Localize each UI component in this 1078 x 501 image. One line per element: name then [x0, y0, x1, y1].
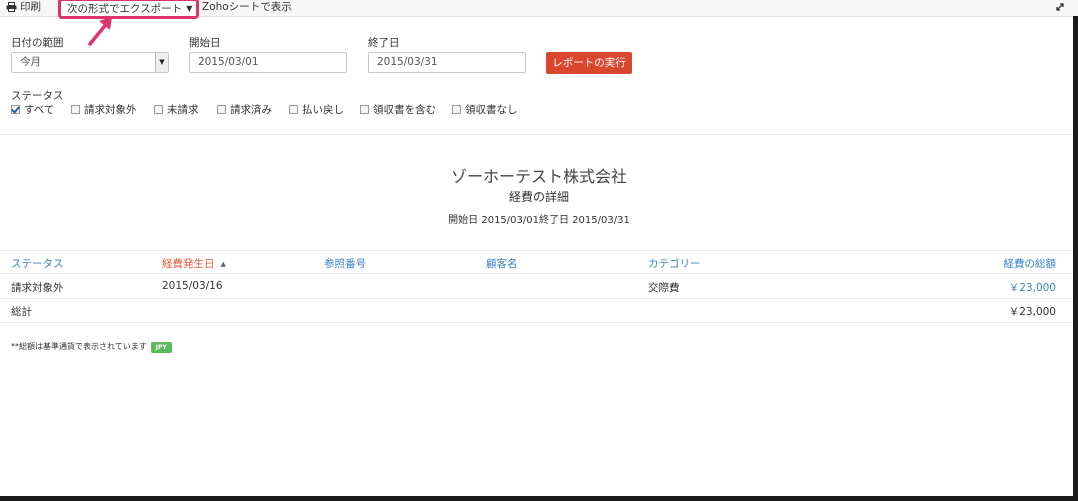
column-header-status[interactable]: ステータス: [11, 256, 64, 271]
checkbox-icon: [71, 105, 80, 114]
print-label: 印刷: [20, 1, 41, 13]
status-option-label: 未請求: [167, 104, 199, 116]
status-checkbox-reimbursed[interactable]: 払い戻し: [289, 103, 344, 117]
row-amount-link[interactable]: ￥23,000: [960, 280, 1056, 295]
row-category: 交際費: [648, 282, 680, 294]
status-option-label: 請求済み: [230, 104, 272, 116]
checkbox-icon: [360, 105, 369, 114]
column-header-date[interactable]: 経費発生日 ▲: [162, 256, 226, 271]
checkbox-icon: [452, 105, 461, 114]
checkbox-icon: [154, 105, 163, 114]
status-label: ステータス: [11, 90, 64, 102]
status-option-label: 払い戻し: [302, 104, 344, 116]
row-date: 2015/03/16: [162, 280, 223, 292]
status-checkbox-with-receipt[interactable]: 領収書を含む: [360, 103, 436, 117]
printer-icon: [6, 2, 17, 12]
date-range-label: 日付の範囲: [11, 37, 64, 49]
status-option-label: すべて: [24, 104, 55, 116]
run-report-button[interactable]: レポートの実行: [546, 52, 632, 74]
annotation-arrow-icon: [88, 17, 112, 46]
column-header-customer[interactable]: 顧客名: [486, 256, 518, 271]
expand-icon[interactable]: [1054, 1, 1066, 17]
status-checkbox-without-receipt[interactable]: 領収書なし: [452, 103, 518, 117]
table-bottom-divider: [0, 322, 1078, 323]
row-divider: [0, 298, 1078, 299]
start-date-label: 開始日: [189, 37, 221, 49]
status-checkbox-unbilled[interactable]: 未請求: [154, 103, 199, 117]
table-top-divider: [0, 250, 1078, 251]
date-range-select[interactable]: 今月 ▼: [11, 52, 169, 73]
sort-ascending-icon: ▲: [220, 260, 226, 268]
status-checkbox-all[interactable]: すべて: [11, 103, 54, 117]
report-title: 経費の詳細: [508, 190, 569, 204]
total-label: 総計: [11, 306, 32, 318]
date-range-value: 今月: [20, 56, 41, 68]
checkbox-icon: [217, 105, 226, 114]
total-amount: ￥23,000: [1008, 306, 1056, 318]
column-header-date-label: 経費発生日: [162, 258, 215, 270]
footnote-text: **総額は基準通貨で表示されています: [11, 342, 147, 351]
status-option-label: 領収書なし: [465, 104, 518, 116]
report-period: 開始日 2015/03/01終了日 2015/03/31: [448, 215, 630, 226]
export-label: 次の形式でエクスポート: [67, 3, 183, 15]
view-in-zoho-sheet-link[interactable]: Zohoシートで表示: [202, 0, 292, 16]
window-right-edge: [1073, 16, 1078, 501]
filters-divider: [0, 134, 1078, 135]
end-date-label: 終了日: [368, 37, 400, 49]
currency-badge: JPY: [150, 342, 172, 353]
report-company-name: ゾーホーテスト株式会社: [450, 167, 627, 186]
report-toolbar: 印刷 次の形式でエクスポート ▼ Zohoシートで表示: [0, 0, 1078, 19]
column-header-reference[interactable]: 参照番号: [324, 256, 366, 271]
window-bottom-edge: [0, 496, 1078, 501]
column-header-category[interactable]: カテゴリー: [648, 256, 701, 271]
caret-down-icon: ▼: [186, 4, 193, 13]
status-checkbox-invoiced[interactable]: 請求済み: [217, 103, 272, 117]
end-date-input[interactable]: 2015/03/31: [368, 52, 526, 73]
status-option-label: 請求対象外: [84, 104, 137, 116]
print-button[interactable]: 印刷: [6, 0, 41, 16]
select-arrow-icon: ▼: [155, 53, 168, 72]
start-date-input[interactable]: 2015/03/01: [189, 52, 347, 73]
row-status: 請求対象外: [11, 282, 64, 294]
column-header-amount[interactable]: 経費の総額: [960, 256, 1057, 271]
header-divider: [0, 273, 1078, 274]
status-option-label: 領収書を含む: [373, 104, 436, 116]
status-checkbox-non-billable[interactable]: 請求対象外: [71, 103, 137, 117]
checkbox-checked-icon: [11, 105, 20, 114]
currency-footnote: **総額は基準通貨で表示されています JPY: [11, 341, 172, 353]
export-dropdown-button[interactable]: 次の形式でエクスポート ▼: [58, 0, 200, 19]
checkbox-icon: [289, 105, 298, 114]
